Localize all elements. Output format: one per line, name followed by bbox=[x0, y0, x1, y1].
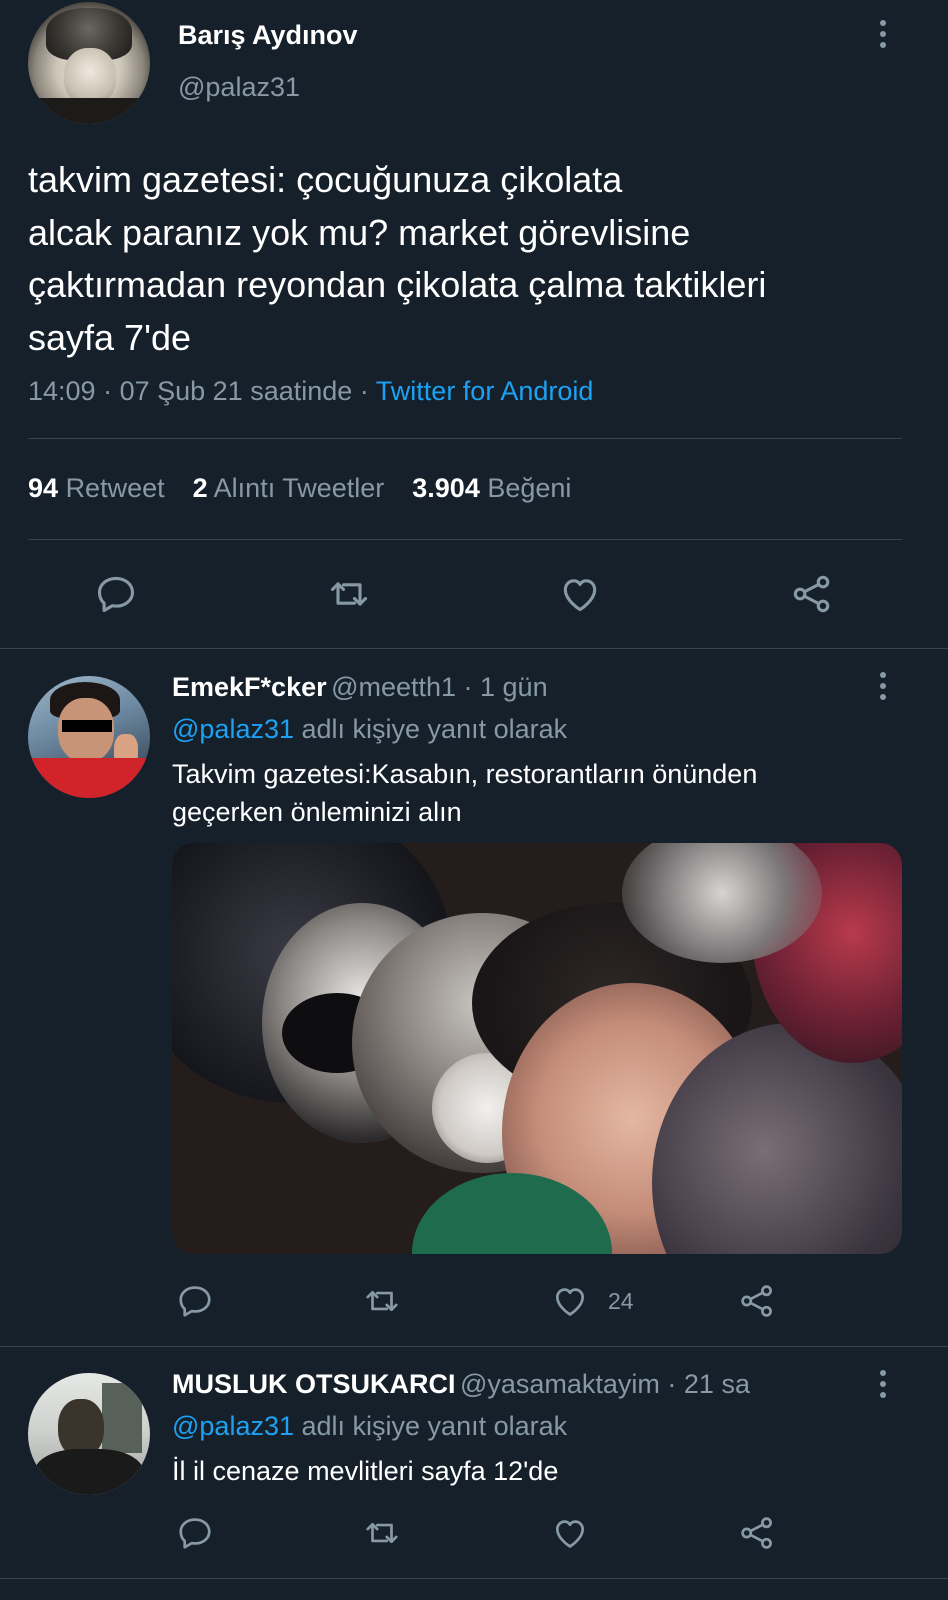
share-icon[interactable] bbox=[733, 1277, 781, 1325]
reply-media-image[interactable] bbox=[172, 843, 902, 1254]
retweet-icon[interactable] bbox=[358, 1277, 406, 1325]
reply-to-line: @palaz31 adlı kişiye yanıt olarak bbox=[172, 1411, 567, 1442]
quotes-label: Alıntı Tweetler bbox=[213, 473, 385, 503]
reply-header: EmekF*cker @meetth1 · 1 gün bbox=[172, 672, 548, 703]
reply-to-suffix: adlı kişiye yanıt olarak bbox=[294, 714, 568, 744]
tweet-stats: 94 Retweet 2 Alıntı Tweetler 3.904 Beğen… bbox=[28, 473, 599, 504]
author-avatar[interactable] bbox=[28, 2, 150, 124]
quotes-stat[interactable]: 2 Alıntı Tweetler bbox=[193, 473, 385, 504]
reply-avatar[interactable] bbox=[28, 676, 150, 798]
quotes-count: 2 bbox=[192, 473, 208, 503]
tweet-meta: 14:09 · 07 Şub 21 saatinde · Twitter for… bbox=[28, 376, 593, 407]
tweet-date: 07 Şub 21 saatinde bbox=[119, 376, 353, 406]
avatar-coat-shape bbox=[28, 98, 150, 124]
avatar-censor-bar bbox=[62, 720, 112, 732]
reply-avatar[interactable] bbox=[28, 1373, 150, 1495]
reply-author-name[interactable]: MUSLUK OTSUKARCI bbox=[172, 1369, 456, 1399]
tweet-source-app-link[interactable]: Twitter for Android bbox=[376, 376, 594, 406]
reply-to-suffix: adlı kişiye yanıt olarak bbox=[294, 1411, 568, 1441]
likes-label: Beğeni bbox=[487, 473, 572, 503]
divider bbox=[28, 438, 902, 439]
like-count: 24 bbox=[608, 1288, 634, 1314]
more-vertical-icon[interactable] bbox=[868, 16, 898, 52]
reply-time: · 21 sa bbox=[659, 1369, 750, 1399]
reply-author-handle[interactable]: @yasamaktayim bbox=[460, 1369, 660, 1399]
divider bbox=[0, 1346, 948, 1347]
reply-time: · 1 gün bbox=[456, 672, 548, 702]
like-icon[interactable] bbox=[556, 570, 604, 618]
reply-to-line: @palaz31 adlı kişiye yanıt olarak bbox=[172, 714, 567, 745]
author-handle[interactable]: @palaz31 bbox=[178, 72, 300, 103]
more-vertical-icon[interactable] bbox=[868, 668, 898, 704]
author-name[interactable]: Barış Aydınov bbox=[178, 20, 358, 51]
likes-count: 3.904 bbox=[412, 473, 480, 503]
reply-author-name[interactable]: EmekF*cker bbox=[172, 672, 327, 702]
like-icon[interactable] bbox=[546, 1277, 594, 1325]
retweets-stat[interactable]: 94 Retweet bbox=[28, 473, 165, 504]
reply-icon[interactable] bbox=[92, 570, 140, 618]
likes-stat[interactable]: 3.904 Beğeni bbox=[412, 473, 571, 504]
reply-icon[interactable] bbox=[171, 1277, 219, 1325]
avatar-body-shape bbox=[34, 1449, 144, 1495]
retweet-icon[interactable] bbox=[325, 570, 373, 618]
like-icon[interactable] bbox=[546, 1509, 594, 1557]
reply-author-handle[interactable]: @meetth1 bbox=[331, 672, 456, 702]
share-icon[interactable] bbox=[733, 1509, 781, 1557]
avatar-background-shape bbox=[102, 1383, 142, 1453]
retweets-label: Retweet bbox=[65, 473, 165, 503]
reply-to-mention[interactable]: @palaz31 bbox=[172, 1411, 294, 1441]
share-icon[interactable] bbox=[788, 570, 836, 618]
more-vertical-icon[interactable] bbox=[868, 1366, 898, 1402]
divider bbox=[0, 648, 948, 649]
meta-separator: · bbox=[95, 376, 120, 406]
reply-text: Takvim gazetesi:Kasabın, restorantların … bbox=[172, 759, 758, 827]
divider bbox=[28, 539, 902, 540]
avatar-jacket-shape bbox=[28, 758, 150, 798]
retweets-count: 94 bbox=[28, 473, 59, 503]
tweet-time: 14:09 bbox=[28, 376, 96, 406]
retweet-icon[interactable] bbox=[358, 1509, 406, 1557]
tweet-text: takvim gazetesi: çocuğunuza çikolata alc… bbox=[28, 159, 767, 358]
reply-text: İl il cenaze mevlitleri sayfa 12'de bbox=[172, 1456, 559, 1486]
meta-separator: · bbox=[352, 376, 376, 406]
divider bbox=[0, 1578, 948, 1579]
reply-header: MUSLUK OTSUKARCI @yasamaktayim · 21 sa bbox=[172, 1369, 750, 1400]
reply-icon[interactable] bbox=[171, 1509, 219, 1557]
reply-to-mention[interactable]: @palaz31 bbox=[172, 714, 294, 744]
